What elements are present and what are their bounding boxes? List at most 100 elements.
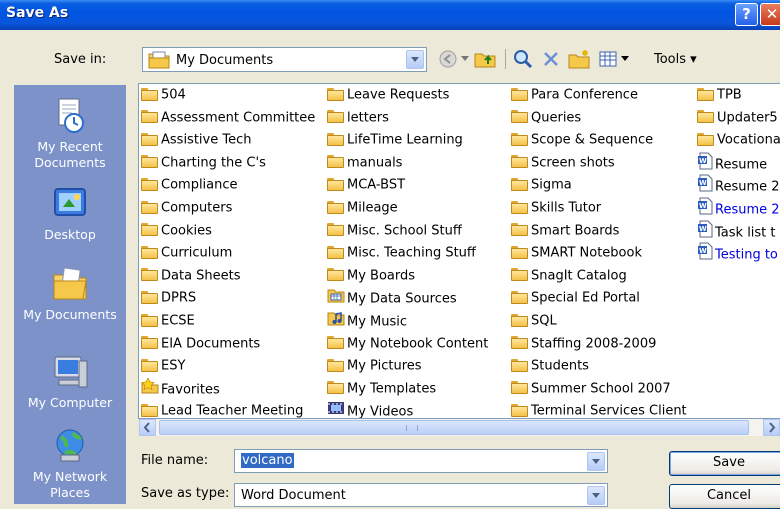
views-dropdown-icon[interactable] <box>619 48 631 70</box>
list-item[interactable]: SQL <box>511 310 557 332</box>
title-bar[interactable]: Save As ? ✕ <box>0 0 780 30</box>
list-item[interactable]: My Notebook Content <box>327 333 488 355</box>
place-desktop[interactable]: Desktop <box>14 185 126 243</box>
list-item[interactable]: Compliance <box>141 174 238 196</box>
list-item[interactable]: MCA-BST <box>327 174 405 196</box>
file-list[interactable]: 504 Assessment Committee Assistive Tech Cha… <box>138 83 780 419</box>
list-item[interactable]: W Testing to <box>697 242 778 264</box>
list-item[interactable]: Misc. School Stuff <box>327 220 462 242</box>
list-item[interactable]: Lead Teacher Meeting <box>141 400 303 418</box>
list-item[interactable]: manuals <box>327 152 402 174</box>
list-item[interactable]: W Task list t <box>697 220 776 242</box>
help-button[interactable]: ? <box>735 3 758 26</box>
place-my-recent-documents[interactable]: My Recent Documents <box>14 97 126 171</box>
new-folder-icon[interactable] <box>567 48 591 70</box>
place-my-documents[interactable]: My Documents <box>14 265 126 323</box>
list-item[interactable]: Assistive Tech <box>141 129 251 151</box>
list-item[interactable]: Staffing 2008-2009 <box>511 333 656 355</box>
file-name-input[interactable]: volcano <box>234 449 608 473</box>
cancel-button[interactable]: Cancel <box>669 484 780 509</box>
list-item[interactable]: Scope & Sequence <box>511 129 653 151</box>
list-item[interactable]: Curriculum <box>141 242 232 264</box>
save-button[interactable]: Save <box>669 451 780 476</box>
list-item-label: LifeTime Learning <box>347 132 463 148</box>
save-as-type-dropdown-arrow[interactable] <box>587 486 605 505</box>
list-item[interactable]: Skills Tutor <box>511 197 601 219</box>
list-item[interactable]: EIA Documents <box>141 333 260 355</box>
list-item[interactable]: Vocationa <box>697 129 780 151</box>
place-label: My Computer <box>27 395 113 410</box>
scroll-thumb[interactable] <box>159 420 749 435</box>
list-item[interactable]: Special Ed Portal <box>511 287 640 309</box>
back-dropdown-icon[interactable] <box>459 48 471 70</box>
save-in-dropdown[interactable]: My Documents <box>142 47 427 72</box>
list-item[interactable]: TPB <box>697 84 742 106</box>
tools-menu[interactable]: Tools ▾ <box>654 52 697 67</box>
list-item[interactable]: ECSE <box>141 310 195 332</box>
save-as-type-select[interactable]: Word Document <box>234 483 608 507</box>
list-item[interactable]: Sigma <box>511 174 572 196</box>
list-item[interactable]: SnagIt Catalog <box>511 265 627 287</box>
list-item[interactable]: SMART Notebook <box>511 242 642 264</box>
views-icon[interactable] <box>597 48 619 70</box>
list-item[interactable]: My Templates <box>327 378 436 400</box>
list-item[interactable]: Smart Boards <box>511 220 619 242</box>
list-item[interactable]: Updater5 <box>697 107 778 129</box>
list-item[interactable]: Summer School 2007 <box>511 378 671 400</box>
folder-icon <box>141 129 159 151</box>
list-item[interactable]: My Boards <box>327 265 415 287</box>
chevron-left-icon <box>143 422 150 433</box>
scroll-left-button[interactable] <box>139 419 156 436</box>
my-computer-icon <box>51 353 89 391</box>
list-item-label: Cookies <box>161 223 212 239</box>
list-item[interactable]: Mileage <box>327 197 398 219</box>
up-folder-icon[interactable] <box>473 48 497 70</box>
list-item[interactable]: My Data Sources <box>327 287 457 309</box>
place-my-computer[interactable]: My Computer <box>14 353 126 411</box>
list-item[interactable]: My Music <box>327 310 407 332</box>
folder-icon <box>511 265 529 287</box>
list-item[interactable]: Terminal Services Client <box>511 400 687 418</box>
search-web-icon[interactable] <box>512 48 534 70</box>
list-item[interactable]: Assessment Committee <box>141 107 315 129</box>
list-item[interactable]: LifeTime Learning <box>327 129 463 151</box>
horizontal-scrollbar[interactable] <box>139 419 780 436</box>
list-item[interactable]: Computers <box>141 197 232 219</box>
folder-icon <box>511 107 529 129</box>
list-item[interactable]: ESY <box>141 355 185 377</box>
list-item[interactable]: Screen shots <box>511 152 615 174</box>
list-item-label: Queries <box>531 110 582 126</box>
list-item[interactable]: letters <box>327 107 389 129</box>
list-item[interactable]: My Pictures <box>327 355 422 377</box>
file-name-dropdown-arrow[interactable] <box>587 452 605 471</box>
back-icon[interactable] <box>437 48 459 70</box>
list-item[interactable]: Favorites <box>141 377 220 400</box>
list-item[interactable]: Cookies <box>141 220 212 242</box>
videos-folder-icon <box>327 400 345 418</box>
list-item[interactable]: W Resume 2 <box>697 197 780 219</box>
list-item[interactable]: Data Sheets <box>141 265 241 287</box>
place-my-network-places[interactable]: My Network Places <box>14 427 126 501</box>
list-item[interactable]: Leave Requests <box>327 84 449 106</box>
file-name-value[interactable]: volcano <box>241 453 294 468</box>
list-item[interactable]: My Videos <box>327 400 413 418</box>
list-item[interactable]: DPRS <box>141 287 196 309</box>
list-item[interactable]: 504 <box>141 84 186 106</box>
list-item[interactable]: W Resume <box>697 152 767 174</box>
list-item-label: My Templates <box>347 381 437 397</box>
list-item[interactable]: Charting the C's <box>141 152 266 174</box>
list-item[interactable]: W Resume 2 <box>697 174 780 196</box>
list-item[interactable]: Students <box>511 355 589 377</box>
folder-icon <box>511 333 529 355</box>
tools-label: Tools <box>654 52 687 67</box>
list-item[interactable]: Misc. Teaching Stuff <box>327 242 476 264</box>
save-in-dropdown-arrow[interactable] <box>406 50 424 69</box>
close-button[interactable]: ✕ <box>760 3 780 26</box>
folder-icon <box>141 287 159 309</box>
list-item[interactable]: Para Conference <box>511 84 638 106</box>
scroll-right-button[interactable] <box>763 419 780 436</box>
folder-icon <box>511 152 529 174</box>
list-item[interactable]: Queries <box>511 107 581 129</box>
save-as-type-value: Word Document <box>241 488 346 503</box>
delete-icon[interactable] <box>540 48 562 70</box>
